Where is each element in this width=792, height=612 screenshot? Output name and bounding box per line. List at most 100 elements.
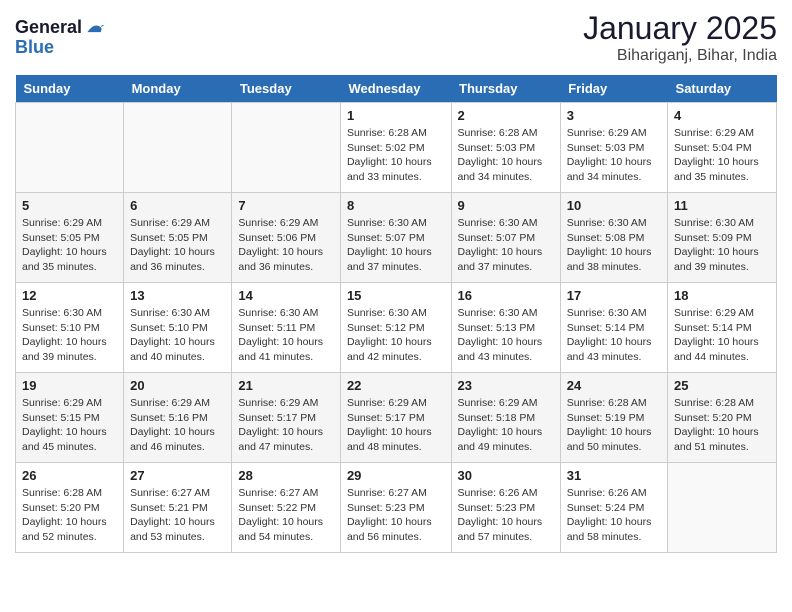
day-info: Sunrise: 6:28 AM Sunset: 5:20 PM Dayligh… [674,396,770,455]
day-number: 23 [458,378,554,393]
calendar-cell: 5 Sunrise: 6:29 AM Sunset: 5:05 PM Daylig… [16,193,124,283]
day-info: Sunrise: 6:29 AM Sunset: 5:03 PM Dayligh… [567,126,661,185]
day-number: 11 [674,198,770,213]
day-number: 29 [347,468,445,483]
calendar-cell: 9 Sunrise: 6:30 AM Sunset: 5:07 PM Daylig… [451,193,560,283]
calendar-cell: 18Sunrise: 6:29 AM Sunset: 5:14 PM Dayli… [668,283,777,373]
calendar-cell: 12 Sunrise: 6:30 AM Sunset: 5:10 PM Dayli… [16,283,124,373]
day-number: 30 [458,468,554,483]
month-title: January 2025 [583,10,777,47]
calendar-cell: 10 Sunrise: 6:30 AM Sunset: 5:08 PM Dayli… [560,193,667,283]
calendar-cell: 11 Sunrise: 6:30 AM Sunset: 5:09 PM Dayli… [668,193,777,283]
day-info: Sunrise: 6:29 AM Sunset: 5:06 PM Dayligh… [238,216,334,275]
calendar-cell: 17 Sunrise: 6:30 AM Sunset: 5:14 PM Dayli… [560,283,667,373]
day-info: Sunrise: 6:26 AM Sunset: 5:24 PM Dayligh… [567,486,661,545]
day-info: Sunrise: 6:27 AM Sunset: 5:21 PM Dayligh… [130,486,225,545]
day-info: Sunrise: 6:29 AM Sunset: 5:17 PM Dayligh… [238,396,334,455]
calendar-cell: 3 Sunrise: 6:29 AM Sunset: 5:03 PM Daylig… [560,103,667,193]
logo: General Blue [15,18,104,58]
day-info: Sunrise: 6:30 AM Sunset: 5:10 PM Dayligh… [130,306,225,365]
calendar-cell: 27 Sunrise: 6:27 AM Sunset: 5:21 PM Dayli… [124,463,232,553]
day-number: 28 [238,468,334,483]
calendar-cell: 28 Sunrise: 6:27 AM Sunset: 5:22 PM Dayli… [232,463,341,553]
day-info: Sunrise: 6:29 AM Sunset: 5:18 PM Dayligh… [458,396,554,455]
day-info: Sunrise: 6:27 AM Sunset: 5:23 PM Dayligh… [347,486,445,545]
day-number: 6 [130,198,225,213]
day-number: 14 [238,288,334,303]
calendar-cell: 30Sunrise: 6:26 AM Sunset: 5:23 PM Dayli… [451,463,560,553]
day-info: Sunrise: 6:30 AM Sunset: 5:14 PM Dayligh… [567,306,661,365]
calendar-cell: 7Sunrise: 6:29 AM Sunset: 5:06 PM Daylig… [232,193,341,283]
logo-icon [84,18,104,38]
day-info: Sunrise: 6:29 AM Sunset: 5:15 PM Dayligh… [22,396,117,455]
day-number: 16 [458,288,554,303]
day-number: 9 [458,198,554,213]
header: General Blue January 2025 Bihariganj, Bi… [15,10,777,65]
day-info: Sunrise: 6:30 AM Sunset: 5:13 PM Dayligh… [458,306,554,365]
day-info: Sunrise: 6:30 AM Sunset: 5:08 PM Dayligh… [567,216,661,275]
calendar-cell: 6 Sunrise: 6:29 AM Sunset: 5:05 PM Daylig… [124,193,232,283]
weekday-header: Sunday [16,75,124,103]
day-info: Sunrise: 6:30 AM Sunset: 5:10 PM Dayligh… [22,306,117,365]
calendar-cell: 29 Sunrise: 6:27 AM Sunset: 5:23 PM Dayli… [340,463,451,553]
calendar-week-row: 5 Sunrise: 6:29 AM Sunset: 5:05 PM Daylig… [16,193,777,283]
calendar-week-row: 1Sunrise: 6:28 AM Sunset: 5:02 PM Daylig… [16,103,777,193]
calendar-cell: 8 Sunrise: 6:30 AM Sunset: 5:07 PM Daylig… [340,193,451,283]
logo-blue: Blue [15,38,54,58]
weekday-header: Wednesday [340,75,451,103]
calendar-week-row: 12 Sunrise: 6:30 AM Sunset: 5:10 PM Dayli… [16,283,777,373]
weekday-header: Tuesday [232,75,341,103]
day-info: Sunrise: 6:29 AM Sunset: 5:17 PM Dayligh… [347,396,445,455]
day-number: 18 [674,288,770,303]
page-container: General Blue January 2025 Bihariganj, Bi… [0,0,792,563]
calendar-cell: 21Sunrise: 6:29 AM Sunset: 5:17 PM Dayli… [232,373,341,463]
calendar-cell: 22 Sunrise: 6:29 AM Sunset: 5:17 PM Dayli… [340,373,451,463]
calendar-cell [232,103,341,193]
day-number: 24 [567,378,661,393]
day-info: Sunrise: 6:29 AM Sunset: 5:16 PM Dayligh… [130,396,225,455]
day-number: 8 [347,198,445,213]
logo-general: General [15,18,82,38]
weekday-header: Monday [124,75,232,103]
day-info: Sunrise: 6:27 AM Sunset: 5:22 PM Dayligh… [238,486,334,545]
day-number: 3 [567,108,661,123]
calendar-cell: 15Sunrise: 6:30 AM Sunset: 5:12 PM Dayli… [340,283,451,373]
weekday-header: Thursday [451,75,560,103]
day-info: Sunrise: 6:29 AM Sunset: 5:05 PM Dayligh… [22,216,117,275]
calendar-cell: 14 Sunrise: 6:30 AM Sunset: 5:11 PM Dayli… [232,283,341,373]
day-number: 5 [22,198,117,213]
calendar-cell: 1Sunrise: 6:28 AM Sunset: 5:02 PM Daylig… [340,103,451,193]
day-number: 17 [567,288,661,303]
day-number: 10 [567,198,661,213]
title-block: January 2025 Bihariganj, Bihar, India [583,10,777,65]
calendar-cell [124,103,232,193]
calendar-cell: 19 Sunrise: 6:29 AM Sunset: 5:15 PM Dayli… [16,373,124,463]
day-number: 15 [347,288,445,303]
day-info: Sunrise: 6:30 AM Sunset: 5:07 PM Dayligh… [347,216,445,275]
day-number: 20 [130,378,225,393]
day-info: Sunrise: 6:29 AM Sunset: 5:05 PM Dayligh… [130,216,225,275]
day-number: 26 [22,468,117,483]
calendar-table: SundayMondayTuesdayWednesdayThursdayFrid… [15,75,777,553]
day-number: 22 [347,378,445,393]
day-number: 13 [130,288,225,303]
day-info: Sunrise: 6:30 AM Sunset: 5:11 PM Dayligh… [238,306,334,365]
day-info: Sunrise: 6:28 AM Sunset: 5:03 PM Dayligh… [458,126,554,185]
calendar-cell: 20 Sunrise: 6:29 AM Sunset: 5:16 PM Dayli… [124,373,232,463]
day-number: 31 [567,468,661,483]
day-number: 27 [130,468,225,483]
day-info: Sunrise: 6:30 AM Sunset: 5:09 PM Dayligh… [674,216,770,275]
day-number: 4 [674,108,770,123]
calendar-cell [16,103,124,193]
day-info: Sunrise: 6:29 AM Sunset: 5:04 PM Dayligh… [674,126,770,185]
header-row: SundayMondayTuesdayWednesdayThursdayFrid… [16,75,777,103]
day-number: 19 [22,378,117,393]
weekday-header: Saturday [668,75,777,103]
location: Bihariganj, Bihar, India [583,47,777,65]
day-info: Sunrise: 6:28 AM Sunset: 5:20 PM Dayligh… [22,486,117,545]
day-number: 12 [22,288,117,303]
day-info: Sunrise: 6:30 AM Sunset: 5:07 PM Dayligh… [458,216,554,275]
calendar-week-row: 26 Sunrise: 6:28 AM Sunset: 5:20 PM Dayli… [16,463,777,553]
calendar-cell: 23 Sunrise: 6:29 AM Sunset: 5:18 PM Dayli… [451,373,560,463]
calendar-cell: 24Sunrise: 6:28 AM Sunset: 5:19 PM Dayli… [560,373,667,463]
